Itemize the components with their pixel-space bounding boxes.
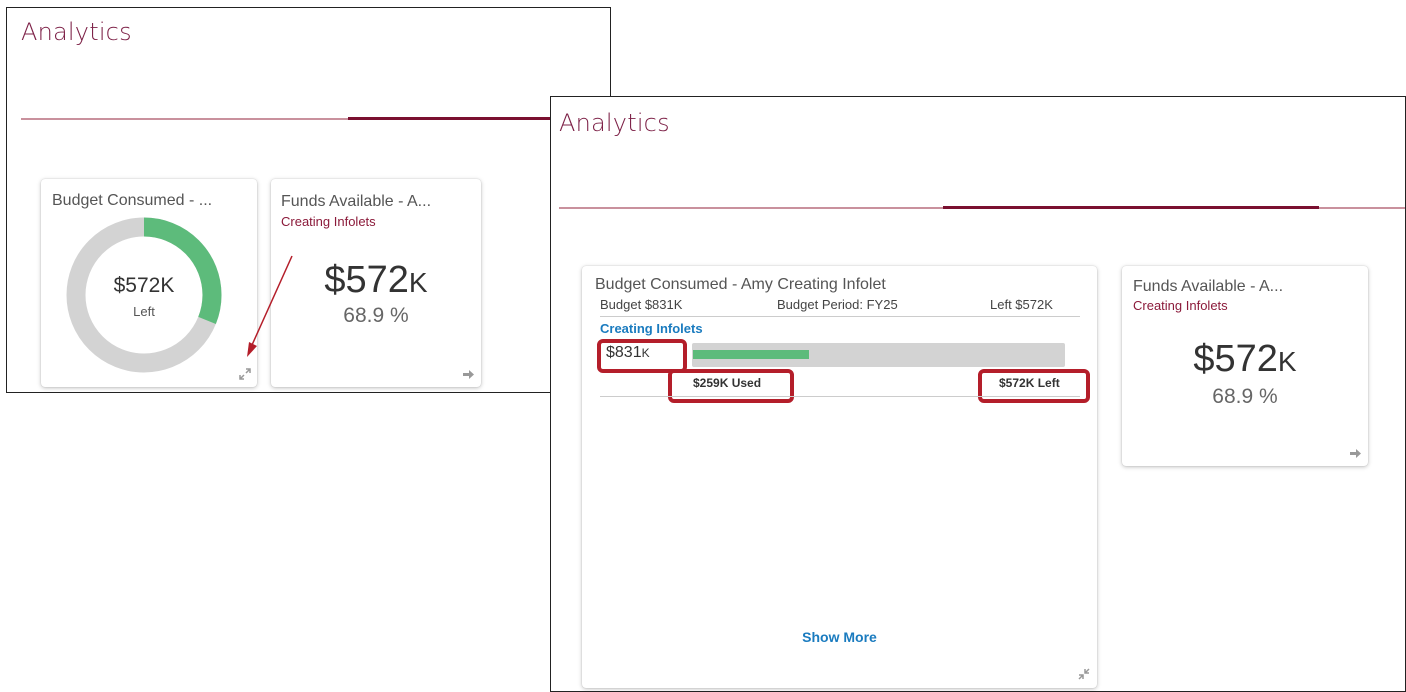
donut-amount: $572K	[113, 274, 175, 297]
card-title: Budget Consumed - Amy Creating Infolet	[595, 276, 886, 293]
budget-left: Left $572K	[990, 297, 1053, 312]
budget-progress-fill	[693, 350, 809, 359]
funds-amount-value: $572	[1193, 338, 1278, 380]
divider	[600, 316, 1080, 317]
card-title: Budget Consumed - ...	[52, 192, 213, 209]
funds-available-card[interactable]: Funds Available - A... Creating Infolets…	[1122, 266, 1368, 466]
page-title: Analytics	[559, 109, 670, 137]
funds-percent: 68.9 %	[343, 304, 409, 327]
analytics-panel-collapsed: Analytics Budget Consumed - ... $572K Le…	[6, 7, 611, 393]
card-subtitle: Creating Infolets	[281, 214, 376, 229]
divider	[600, 396, 1080, 397]
card-title: Funds Available - A...	[281, 193, 432, 210]
budget-consumed-card-expanded[interactable]: Budget Consumed - Amy Creating Infolet B…	[582, 266, 1097, 688]
tab-rule-light	[559, 207, 943, 209]
budget-period: Budget Period: FY25	[777, 297, 898, 312]
tab-rule-active	[943, 206, 1319, 209]
funds-amount-suffix: K	[1277, 346, 1297, 377]
funds-amount: $572K	[1122, 338, 1368, 381]
donut-center: $572K Left	[66, 217, 222, 373]
budget-total: Budget $831K	[600, 297, 683, 312]
creating-infolets-link[interactable]: Creating Infolets	[600, 321, 703, 336]
funds-amount-value: $572	[324, 259, 409, 301]
funds-available-card[interactable]: Funds Available - A... Creating Infolets…	[271, 179, 481, 387]
arrow-right-icon[interactable]	[463, 369, 474, 381]
card-subtitle: Creating Infolets	[1133, 298, 1228, 313]
highlight-used	[668, 369, 794, 403]
page-title: Analytics	[21, 18, 132, 46]
arrow-right-icon[interactable]	[1350, 448, 1361, 460]
funds-percent: 68.9 %	[1212, 385, 1278, 408]
highlight-total	[597, 339, 687, 373]
tab-rule-light	[21, 118, 348, 120]
expand-icon[interactable]	[239, 368, 251, 382]
highlight-left	[978, 369, 1090, 403]
funds-amount-suffix: K	[408, 267, 428, 298]
budget-consumed-card[interactable]: Budget Consumed - ... $572K Left	[41, 179, 257, 387]
funds-amount: $572K	[271, 259, 481, 302]
show-more-link[interactable]: Show More	[582, 629, 1097, 645]
card-title: Funds Available - A...	[1133, 278, 1284, 295]
analytics-panel-expanded: Analytics Budget Consumed - Amy Creating…	[550, 96, 1406, 692]
collapse-icon[interactable]	[1078, 668, 1090, 682]
tab-rule-light-end	[1319, 207, 1405, 209]
donut-label: Left	[133, 304, 155, 319]
